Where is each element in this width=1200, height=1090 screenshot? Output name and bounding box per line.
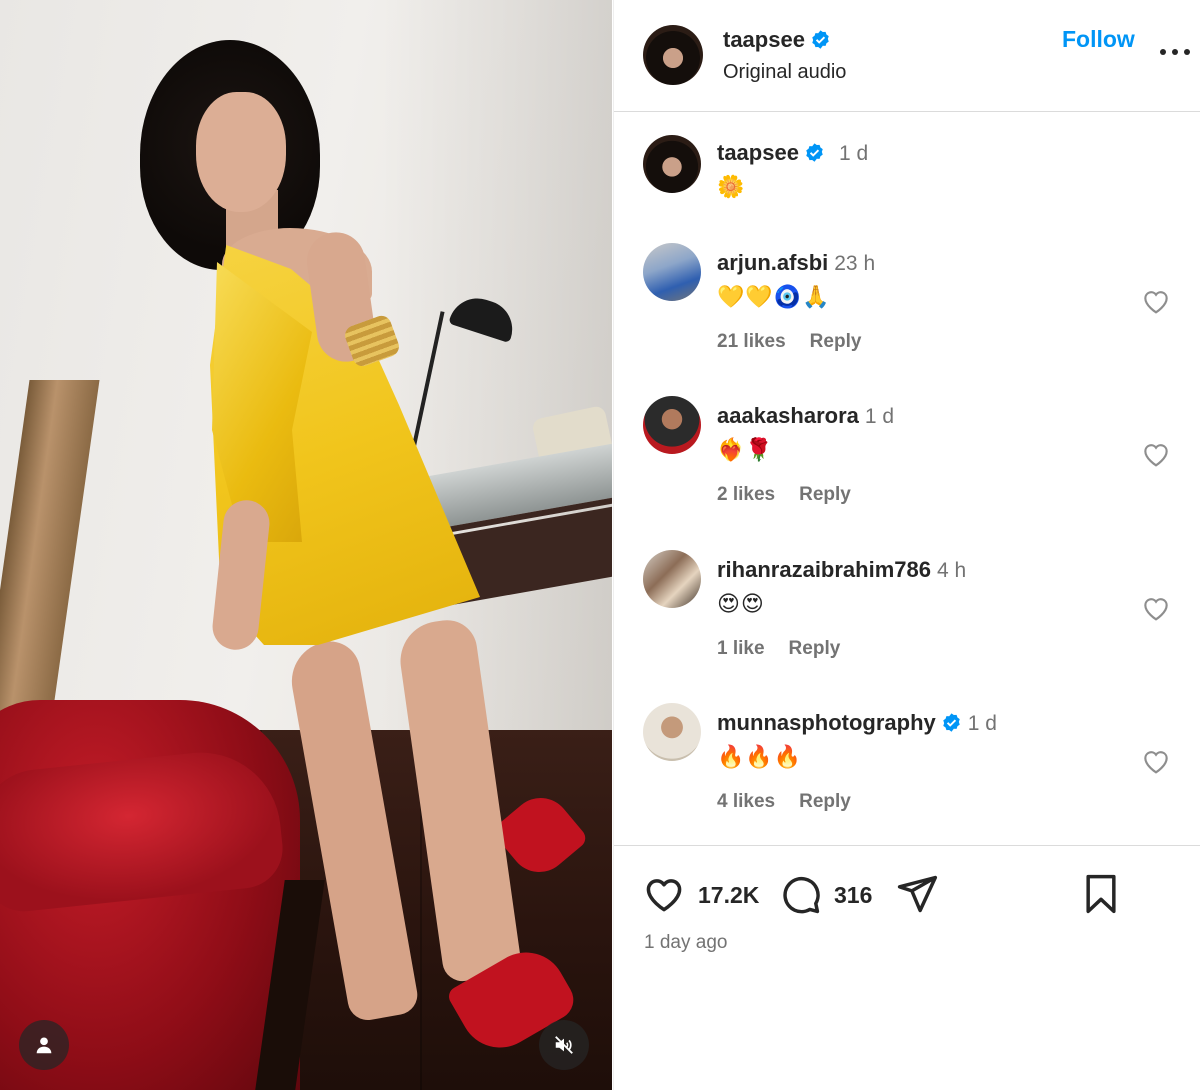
verified-badge-icon xyxy=(812,30,829,49)
comment-meta: 21 likes Reply xyxy=(717,331,861,353)
heart-icon[interactable] xyxy=(1140,592,1172,624)
avatar[interactable] xyxy=(643,703,701,761)
heart-icon[interactable] xyxy=(1140,745,1172,777)
comment-time[interactable]: 23 h xyxy=(834,252,875,275)
like-count[interactable]: 17.2K xyxy=(698,882,759,909)
more-options-icon[interactable] xyxy=(1158,46,1192,58)
comment-username[interactable]: munnasphotography xyxy=(717,710,936,735)
comment-text: 💛💛🧿🙏 xyxy=(717,284,831,309)
comment-likes[interactable]: 4 likes xyxy=(717,791,775,812)
caption-header: taapsee 1 d xyxy=(717,140,868,166)
caption-time[interactable]: 1 d xyxy=(839,142,868,165)
avatar[interactable] xyxy=(643,396,701,454)
comment-time[interactable]: 4 h xyxy=(937,559,966,582)
post-timestamp[interactable]: 1 day ago xyxy=(644,932,727,954)
comment-likes[interactable]: 21 likes xyxy=(717,331,786,352)
save-bookmark-icon[interactable] xyxy=(1079,872,1123,916)
speaker-muted-icon xyxy=(555,1036,573,1054)
comment-count[interactable]: 316 xyxy=(834,882,872,909)
heart-icon[interactable] xyxy=(1140,438,1172,470)
avatar[interactable] xyxy=(643,243,701,301)
comment-header: aaakasharora 1 d xyxy=(717,403,894,429)
verified-badge-icon xyxy=(943,713,960,732)
comment-meta: 2 likes Reply xyxy=(717,484,851,506)
caption-username[interactable]: taapsee xyxy=(717,140,799,165)
comment-header: munnasphotography 1 d xyxy=(717,710,997,736)
like-icon[interactable] xyxy=(642,872,686,916)
tagged-users-button[interactable] xyxy=(19,1020,69,1070)
comment-username[interactable]: aaakasharora xyxy=(717,403,859,428)
mute-button[interactable] xyxy=(539,1020,589,1070)
reply-button[interactable]: Reply xyxy=(810,331,862,352)
comment-text: ❤️‍🔥🌹 xyxy=(717,437,774,462)
comment-time[interactable]: 1 d xyxy=(968,712,997,735)
follow-button[interactable]: Follow xyxy=(1062,26,1135,53)
post-actions: 17.2K 316 1 day ago xyxy=(614,845,1200,1090)
avatar[interactable] xyxy=(643,25,703,85)
verified-badge-icon xyxy=(806,143,823,162)
comment-time[interactable]: 1 d xyxy=(865,405,894,428)
person-face xyxy=(196,92,286,212)
comment-text: 😍😍 xyxy=(717,591,765,616)
comment-header: rihanrazaibrahim786 4 h xyxy=(717,557,966,583)
comment-meta: 4 likes Reply xyxy=(717,791,851,813)
author-name-row: taapsee xyxy=(723,27,831,53)
audio-label[interactable]: Original audio xyxy=(723,61,846,84)
user-icon xyxy=(36,1037,52,1054)
avatar[interactable] xyxy=(643,135,701,193)
comment-likes[interactable]: 2 likes xyxy=(717,484,775,505)
comment-meta: 1 like Reply xyxy=(717,638,840,660)
comment-text: 🔥🔥🔥 xyxy=(717,744,803,769)
post-media[interactable] xyxy=(0,0,612,1090)
reply-button[interactable]: Reply xyxy=(799,791,851,812)
comment-username[interactable]: arjun.afsbi xyxy=(717,250,828,275)
post-header: taapsee Original audio Follow xyxy=(614,0,1200,112)
comment-username[interactable]: rihanrazaibrahim786 xyxy=(717,557,931,582)
avatar[interactable] xyxy=(643,550,701,608)
reply-button[interactable]: Reply xyxy=(799,484,851,505)
caption-text: 🌼 xyxy=(717,174,746,199)
reply-button[interactable]: Reply xyxy=(789,638,841,659)
comment-icon[interactable] xyxy=(778,872,822,916)
share-icon[interactable] xyxy=(895,872,939,916)
heart-icon[interactable] xyxy=(1140,285,1172,317)
comment-header: arjun.afsbi 23 h xyxy=(717,250,875,276)
comment-likes[interactable]: 1 like xyxy=(717,638,765,659)
post-side-panel: taapsee Original audio Follow taapsee 1 d… xyxy=(613,0,1200,1090)
author-username[interactable]: taapsee xyxy=(723,27,805,52)
